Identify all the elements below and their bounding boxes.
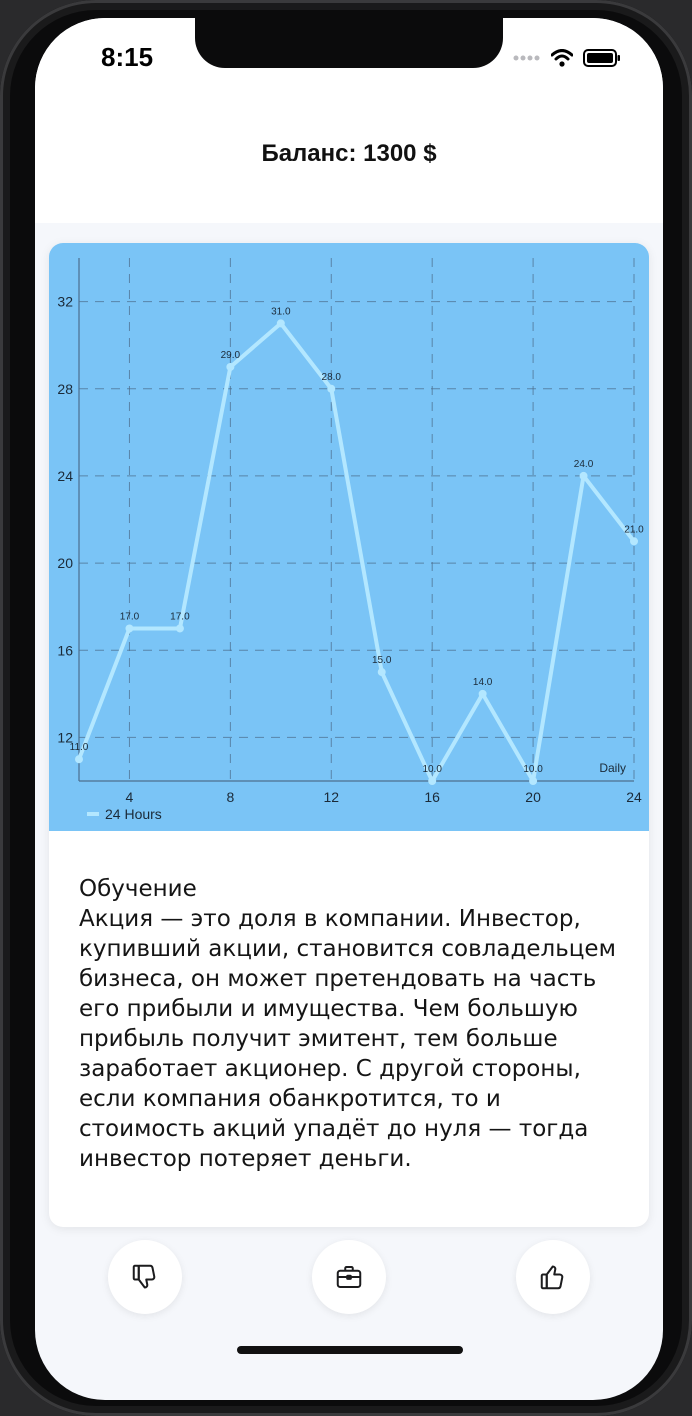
notch [195,18,503,68]
data-label: 10.0 [422,764,442,775]
data-label: 21.0 [624,524,644,535]
x-tick-label: 24 [626,789,642,805]
home-indicator[interactable] [237,1346,463,1354]
status-icons [513,48,621,68]
data-point [175,624,184,633]
series-line [77,321,636,783]
thumbs-down-icon [132,1264,156,1289]
portfolio-button[interactable] [312,1240,386,1314]
data-label: 10.0 [523,764,543,775]
data-label: 29.0 [221,350,241,361]
data-label: 15.0 [372,655,392,666]
battery-icon [583,49,620,67]
data-label: 11.0 [70,742,89,753]
x-tick-label: 12 [323,789,339,805]
data-point [377,668,386,677]
lesson-card: 12 16 20 24 28 32 4 8 12 16 20 24 Daily 11.0 17.0 17.0 2… [49,243,649,1227]
wifi-icon [551,49,573,67]
y-tick-label: 20 [57,555,73,571]
data-point [276,319,285,328]
data-point [125,624,134,633]
data-point [226,362,235,371]
action-bar [35,1240,663,1320]
data-point [428,777,437,785]
phone-frame: 8:15 Баланс: 1300 $ 12 16 20 24 28 32 4 8 12 16 20… [0,0,692,1416]
lesson-body: Акция — это доля в компании. Инвестор, к… [79,906,616,1172]
x-tick-label: 8 [226,789,234,805]
lesson-text-block: Обучение Акция — это доля в компании. Ин… [79,874,629,1174]
y-tick-label: 16 [57,642,73,658]
data-label: 28.0 [322,372,342,383]
app-screen: 8:15 Баланс: 1300 $ 12 16 20 24 28 32 4 8 12 16 20… [35,18,663,1400]
data-label: 17.0 [120,611,140,622]
briefcase-icon [336,1266,362,1288]
price-chart: 12 16 20 24 28 32 4 8 12 16 20 24 Daily 11.0 17.0 17.0 2… [49,243,649,831]
x-tick-label: 20 [525,789,541,805]
status-time: 8:15 [101,42,154,72]
y-tick-label: 28 [57,381,73,397]
data-point [529,777,538,785]
data-label: 31.0 [271,306,291,317]
legend-label: 24 Hours [105,806,162,822]
data-point [327,384,336,393]
data-point [579,471,588,480]
balance-title: Баланс: 1300 $ [261,140,437,167]
data-label: 14.0 [473,677,493,688]
x-axis-label: Daily [599,761,626,775]
x-tick-label: 16 [424,789,440,805]
data-label: 24.0 [574,459,594,470]
line-chart: 1216202428324 8 12 16 20 24Daily11.017.0 17.02… [57,258,644,822]
data-point [630,537,638,546]
cellular-signal-icon [513,55,540,61]
y-tick-label: 24 [57,468,73,484]
data-point [75,755,83,764]
lesson-title: Обучение [79,876,197,902]
data-point [478,689,487,698]
like-button[interactable] [516,1240,590,1314]
x-tick-label: 4 [126,789,134,805]
thumbs-up-icon [540,1265,564,1290]
data-label: 17.0 [170,611,190,622]
dislike-button[interactable] [108,1240,182,1314]
y-tick-label: 32 [57,294,73,310]
